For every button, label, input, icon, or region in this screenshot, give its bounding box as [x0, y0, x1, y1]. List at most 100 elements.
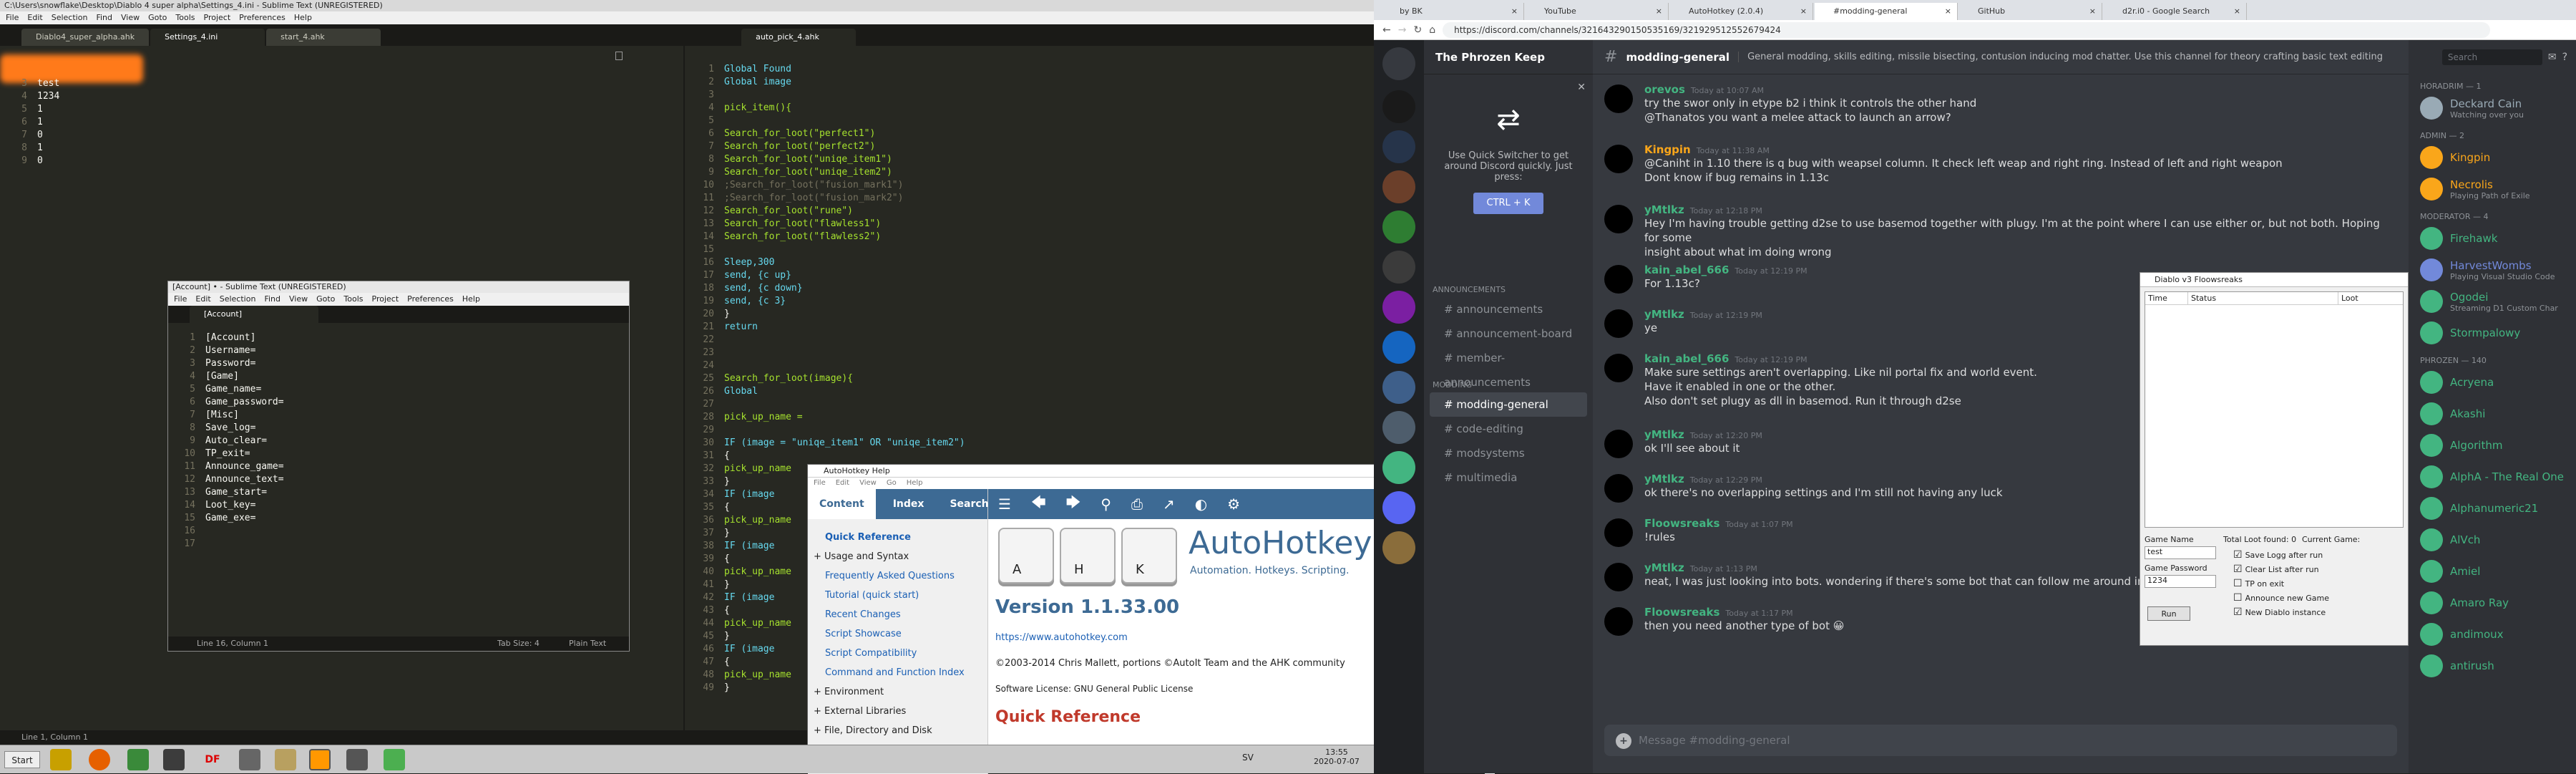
- menu-item-edit[interactable]: Edit: [27, 11, 42, 24]
- diablo-icon[interactable]: DF: [202, 749, 223, 770]
- print-icon[interactable]: ⎙: [1131, 495, 1143, 513]
- menu-item-tools[interactable]: Tools: [343, 293, 363, 306]
- checkbox[interactable]: ☑: [2233, 563, 2243, 575]
- username[interactable]: yMtlkz: [1644, 561, 1684, 574]
- menu-item-help[interactable]: Help: [294, 11, 312, 24]
- menu-item-view[interactable]: View: [121, 11, 140, 24]
- tab-index[interactable]: Index: [876, 498, 942, 510]
- server-icon[interactable]: [1382, 411, 1415, 444]
- username[interactable]: Kingpin: [1644, 143, 1691, 156]
- firefox-icon[interactable]: [89, 749, 110, 770]
- server-icon[interactable]: [1382, 371, 1415, 404]
- username[interactable]: orevos: [1644, 83, 1685, 96]
- avatar[interactable]: [2420, 146, 2443, 169]
- window-icon[interactable]: [239, 749, 260, 770]
- member-item[interactable]: AlVch: [2409, 524, 2576, 556]
- loot-list[interactable]: Time Status Loot: [2145, 291, 2404, 528]
- browser-tab[interactable]: GitHub ×: [1959, 3, 2102, 20]
- toc-item[interactable]: Command and Function Index: [812, 663, 983, 682]
- avatar[interactable]: [2420, 258, 2443, 281]
- close-icon[interactable]: ×: [1945, 3, 1951, 20]
- menu-item-file[interactable]: File: [814, 478, 826, 489]
- member-item[interactable]: Ogodei Streaming D1 Custom Char: [2409, 286, 2576, 317]
- username[interactable]: yMtlkz: [1644, 203, 1684, 216]
- member-item[interactable]: HarvestWombs Playing Visual Studio Code: [2409, 254, 2576, 286]
- avatar[interactable]: [1604, 563, 1633, 591]
- member-item[interactable]: Deckard Cain Watching over you: [2409, 92, 2576, 124]
- avatar[interactable]: [1604, 309, 1633, 338]
- channel-item[interactable]: # code-editing: [1430, 417, 1587, 441]
- server-icon[interactable]: [1382, 491, 1415, 524]
- tab-autopick[interactable]: auto_pick_4.ahk: [741, 29, 857, 46]
- avatar[interactable]: [2420, 371, 2443, 394]
- expand-icon[interactable]: +: [814, 551, 824, 562]
- member-item[interactable]: Algorithm: [2409, 430, 2576, 461]
- expand-icon[interactable]: +: [814, 687, 824, 697]
- browser-tab[interactable]: YouTube ×: [1526, 3, 1669, 20]
- menu-item-file[interactable]: File: [174, 293, 187, 306]
- server-icon[interactable]: [1382, 451, 1415, 484]
- checkbox[interactable]: ☑: [2233, 606, 2243, 618]
- toc-item[interactable]: + External Libraries: [812, 702, 983, 721]
- menu-item-project[interactable]: Project: [372, 293, 399, 306]
- member-item[interactable]: Amaro Ray: [2409, 587, 2576, 619]
- channel-item[interactable]: # multimedia: [1430, 465, 1587, 490]
- browser-tab[interactable]: #modding-general ×: [1815, 3, 1958, 20]
- forward-icon[interactable]: 🡆: [1066, 492, 1081, 516]
- member-item[interactable]: Alphanumeric21: [2409, 493, 2576, 524]
- close-icon[interactable]: ✕: [1577, 82, 1586, 93]
- sub2-tab[interactable]: [Account]: [190, 306, 318, 323]
- tab-settings[interactable]: Settings_4.ini: [150, 29, 265, 46]
- member-item[interactable]: Stormpalowy: [2409, 317, 2576, 349]
- avatar[interactable]: [2420, 465, 2443, 488]
- server-icon[interactable]: [1382, 130, 1415, 163]
- avatar[interactable]: [1604, 145, 1633, 173]
- menu-item-preferences[interactable]: Preferences: [239, 11, 286, 24]
- notepad-icon[interactable]: [275, 749, 296, 770]
- menu-item-tools[interactable]: Tools: [175, 11, 195, 24]
- menu-item-edit[interactable]: Edit: [836, 478, 849, 489]
- member-item[interactable]: Amiel: [2409, 556, 2576, 587]
- checkbox[interactable]: ☑: [2233, 549, 2243, 561]
- member-item[interactable]: Kingpin: [2409, 142, 2576, 173]
- menu-item-edit[interactable]: Edit: [195, 293, 210, 306]
- avatar[interactable]: [1604, 518, 1633, 547]
- tab-content[interactable]: Content: [808, 489, 876, 519]
- browser-tab[interactable]: by BK ×: [1381, 3, 1524, 20]
- avatar[interactable]: [1604, 354, 1633, 382]
- avatar[interactable]: [1604, 607, 1633, 636]
- avatar[interactable]: [1604, 265, 1633, 294]
- menu-item-help[interactable]: Help: [462, 293, 480, 306]
- username[interactable]: kain_abel_666: [1644, 263, 1729, 276]
- expand-icon[interactable]: +: [814, 725, 824, 736]
- avatar[interactable]: [1604, 430, 1633, 458]
- hotkey-icon[interactable]: [384, 749, 405, 770]
- sublime-icon[interactable]: [309, 749, 331, 770]
- menu-item-project[interactable]: Project: [204, 11, 231, 24]
- avatar[interactable]: [2420, 97, 2443, 120]
- col-time[interactable]: Time: [2145, 292, 2188, 304]
- member-item[interactable]: Akashi: [2409, 398, 2576, 430]
- username[interactable]: yMtlkz: [1644, 473, 1684, 485]
- discord-home-icon[interactable]: [1382, 47, 1415, 80]
- home-icon[interactable]: ⌂: [1429, 24, 1435, 36]
- avatar[interactable]: [1604, 205, 1633, 233]
- channel-item[interactable]: # modsystems: [1430, 441, 1587, 465]
- close-icon[interactable]: ×: [2089, 3, 2096, 20]
- avatar[interactable]: [1604, 84, 1633, 113]
- menu-item-view[interactable]: View: [289, 293, 308, 306]
- server-icon[interactable]: [1382, 90, 1415, 123]
- avatar[interactable]: [2420, 560, 2443, 583]
- add-attachment-icon[interactable]: +: [1616, 733, 1631, 749]
- avatar[interactable]: [2420, 623, 2443, 646]
- avatar[interactable]: [1604, 474, 1633, 503]
- toc-item[interactable]: Script Compatibility: [812, 644, 983, 663]
- checkbox[interactable]: ☐: [2233, 592, 2243, 604]
- run-button[interactable]: Run: [2147, 606, 2190, 621]
- avatar[interactable]: [2420, 434, 2443, 457]
- terminal-icon[interactable]: [163, 749, 185, 770]
- sub2-status-tab[interactable]: Tab Size: 4: [497, 637, 540, 651]
- reload-icon[interactable]: ↻: [1413, 24, 1422, 36]
- menu-item-help[interactable]: Help: [907, 478, 923, 489]
- username[interactable]: yMtlkz: [1644, 428, 1684, 441]
